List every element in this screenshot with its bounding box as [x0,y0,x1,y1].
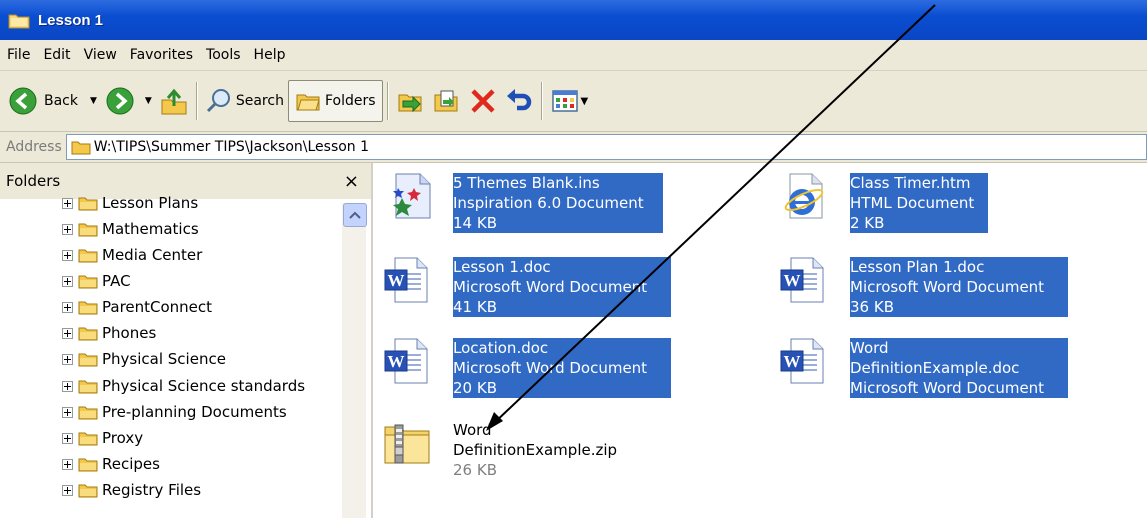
annotation-arrow [486,4,936,431]
